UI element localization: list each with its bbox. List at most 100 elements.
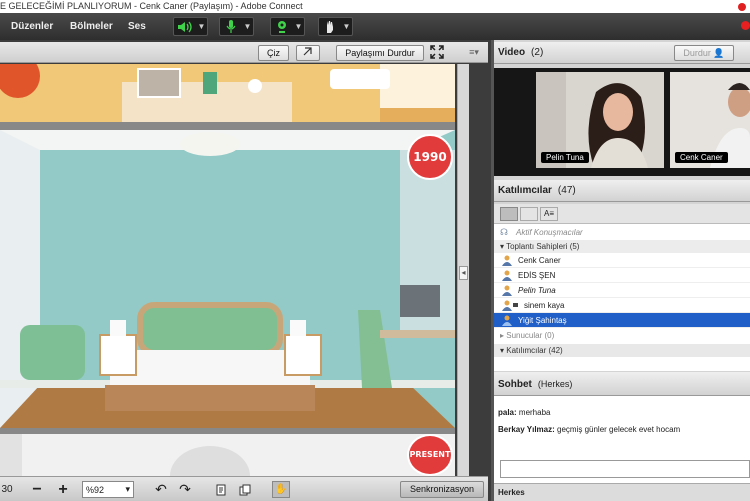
video-tile-cenk[interactable]: Cenk Caner xyxy=(670,72,750,168)
slide-image-bottom: PRESENT xyxy=(0,434,455,476)
shared-screen: 1990 PRESENT xyxy=(0,64,455,476)
page-number: 30 xyxy=(1,484,13,495)
menu-pods[interactable]: Bölmeler xyxy=(70,21,113,32)
chat-messages: pala: merhaba Berkay Yılmaz: geçmiş günl… xyxy=(494,396,750,483)
recording-indicator-icon xyxy=(741,21,750,30)
attendee-row[interactable]: Cenk Caner xyxy=(494,253,750,268)
attendees-pod-header: Katılımcılar (47) xyxy=(494,180,750,202)
present-badge: PRESENT xyxy=(407,434,453,476)
vertical-scrollbar[interactable]: ◂ xyxy=(457,64,469,476)
chat-input[interactable] xyxy=(500,460,750,478)
hosts-group-label: Toplantı Sahipleri (5) xyxy=(506,242,580,251)
chat-tab-everyone[interactable]: Herkes xyxy=(498,488,525,497)
speaker-icon[interactable] xyxy=(174,18,196,35)
status-control[interactable]: ▼ xyxy=(318,17,353,36)
window-title: E GELECEĞİMİ PLANLIYORUM - Cenk Caner (P… xyxy=(0,1,303,11)
chevron-down-icon[interactable]: ▼ xyxy=(341,18,352,35)
video-stop-button[interactable]: Durdur 👤 xyxy=(674,45,734,61)
window-close-icon[interactable] xyxy=(738,3,746,11)
pod-menu-icon[interactable]: ≡▾ xyxy=(465,45,483,61)
attendee-view-toolbar: A≡ xyxy=(494,204,750,224)
person-icon: 👤 xyxy=(713,48,725,58)
zoom-select[interactable]: %92 ▾ xyxy=(82,481,134,498)
webcam-control[interactable]: ▼ xyxy=(270,17,305,36)
video-tile-pelin[interactable]: Pelin Tuna xyxy=(536,72,664,168)
chat-title: Sohbet xyxy=(498,379,532,390)
chevron-down-icon[interactable]: ▾ xyxy=(125,484,130,495)
year-badge: 1990 xyxy=(407,134,453,180)
attendee-name: Cenk Caner xyxy=(518,256,561,265)
attendee-row[interactable]: EDİS ŞEN xyxy=(494,268,750,283)
attendee-row[interactable]: sinem kaya xyxy=(494,298,750,313)
undo-icon[interactable]: ↶ xyxy=(152,481,170,498)
attendee-list: A≡ Aktif Konuşmacılar ☊ ▾ Toplantı Sahip… xyxy=(494,204,750,371)
collapse-arrow-icon[interactable]: ◂ xyxy=(459,266,468,280)
attendee-name: EDİS ŞEN xyxy=(518,271,556,280)
chat-message: Berkay Yılmaz: geçmiş günler gelecek eve… xyxy=(498,425,680,434)
webcam-icon[interactable] xyxy=(271,18,293,35)
hosts-group-header[interactable]: ▾ Toplantı Sahipleri (5) xyxy=(494,240,750,253)
attendees-title: Katılımcılar xyxy=(498,185,552,196)
video-feeds: Pelin Tuna Cenk Caner xyxy=(494,68,750,176)
attendee-row-selected[interactable]: Yiğit Şahintaş xyxy=(494,313,750,328)
sort-icon[interactable]: A≡ xyxy=(540,207,558,221)
draw-button[interactable]: Çiz xyxy=(258,45,289,61)
zoom-value: %92 xyxy=(86,484,105,495)
speaker-group-icon: ☊ xyxy=(500,227,508,237)
share-footer: 30 − + %92 ▾ ↶ ↷ ✋ Senkronizasyon xyxy=(0,476,488,501)
attendee-row[interactable]: Pelin Tuna xyxy=(494,283,750,298)
right-column: Video (2) Durdur 👤 Pelin Tuna Cenk Caner xyxy=(494,40,750,501)
stop-sharing-button[interactable]: Paylaşımı Durdur xyxy=(336,45,424,61)
chat-footer: Herkes xyxy=(494,483,750,501)
chat-text: merhaba xyxy=(518,408,551,417)
chat-scope: (Herkes) xyxy=(537,379,573,389)
host-icon xyxy=(501,270,513,281)
host-icon xyxy=(501,315,513,326)
presenters-group-label: Sunucular (0) xyxy=(506,331,555,340)
redo-icon[interactable]: ↷ xyxy=(176,481,194,498)
video-pod-title: Video xyxy=(498,47,526,58)
copy-icon[interactable] xyxy=(236,481,254,498)
share-pod: Çiz Paylaşımı Durdur ≡▾ 1990 PRESENT ◂ 3… xyxy=(0,40,491,501)
host-with-webcam-icon xyxy=(501,300,519,311)
presenters-group-header[interactable]: ▸ Sunucular (0) xyxy=(494,329,750,342)
participants-group-header[interactable]: ▾ Katılımcılar (42) xyxy=(494,344,750,357)
document-icon[interactable] xyxy=(212,481,230,498)
attendee-name: Pelin Tuna xyxy=(518,286,556,295)
chat-message: pala: merhaba xyxy=(498,408,550,417)
raise-hand-icon[interactable] xyxy=(319,18,341,35)
chat-pod-header: Sohbet (Herkes) xyxy=(494,372,750,396)
microphone-control[interactable]: ▼ xyxy=(219,17,254,36)
chat-sender: Berkay Yılmaz: xyxy=(498,425,555,434)
video-count: (2) xyxy=(531,47,544,58)
sync-button[interactable]: Senkronizasyon xyxy=(400,481,484,498)
participants-group-label: Katılımcılar (42) xyxy=(506,346,563,355)
attendee-name: sinem kaya xyxy=(524,301,565,310)
chat-text: geçmiş günler gelecek evet hocam xyxy=(557,425,681,434)
hand-tool-icon[interactable]: ✋ xyxy=(272,481,290,498)
menu-bar: Düzenler Bölmeler Ses ▼ ▼ ▼ ▼ xyxy=(0,13,750,40)
video-name-label: Pelin Tuna xyxy=(541,152,589,163)
zoom-out-button[interactable]: − xyxy=(28,481,46,498)
slide-image-top xyxy=(0,64,455,122)
active-speakers-label: Aktif Konuşmacılar xyxy=(494,226,750,239)
menu-audio[interactable]: Ses xyxy=(128,21,146,32)
microphone-icon[interactable] xyxy=(220,18,242,35)
pointer-button[interactable] xyxy=(296,45,320,61)
video-name-label: Cenk Caner xyxy=(675,152,728,163)
attendees-count: (47) xyxy=(557,185,576,196)
chevron-down-icon[interactable]: ▼ xyxy=(293,18,304,35)
video-stop-label: Durdur xyxy=(683,48,711,58)
chat-sender: pala: xyxy=(498,408,517,417)
zoom-in-button[interactable]: + xyxy=(54,481,72,498)
fullscreen-icon[interactable] xyxy=(428,45,446,61)
attendee-name: Yiğit Şahintaş xyxy=(518,316,567,325)
share-toolbar: Çiz Paylaşımı Durdur ≡▾ xyxy=(0,42,488,63)
menu-layouts[interactable]: Düzenler xyxy=(11,21,53,32)
grid-view-icon[interactable] xyxy=(520,207,538,221)
chevron-down-icon[interactable]: ▼ xyxy=(196,18,207,35)
window-titlebar: E GELECEĞİMİ PLANLIYORUM - Cenk Caner (P… xyxy=(0,0,750,12)
speaker-control[interactable]: ▼ xyxy=(173,17,208,36)
list-view-icon[interactable] xyxy=(500,207,518,221)
chevron-down-icon[interactable]: ▼ xyxy=(242,18,253,35)
